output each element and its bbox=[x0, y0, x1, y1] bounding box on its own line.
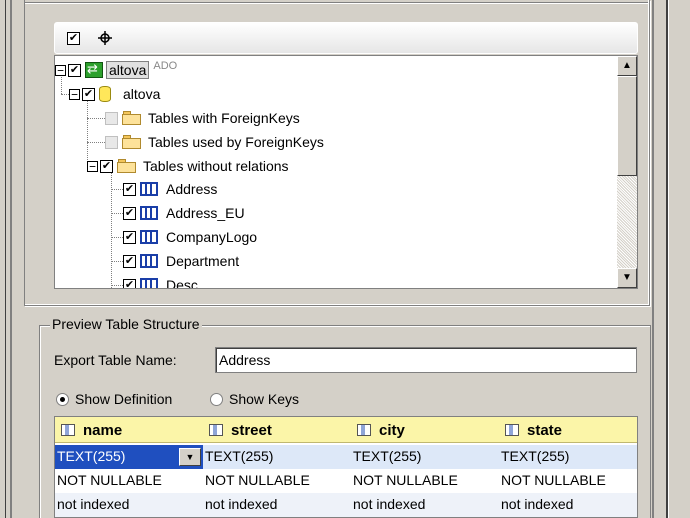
tree-table-department[interactable]: ✔ Department bbox=[123, 250, 239, 272]
table-label: Address_EU bbox=[166, 205, 245, 221]
tree-folder-used-by-foreignkeys[interactable]: Tables used by ForeignKeys bbox=[105, 131, 324, 153]
show-keys-label: Show Keys bbox=[229, 391, 300, 407]
column-icon bbox=[61, 424, 75, 436]
window-right-border bbox=[652, 0, 690, 518]
scroll-thumb[interactable] bbox=[617, 76, 637, 176]
column-icon bbox=[505, 424, 519, 436]
grid-cell[interactable]: not indexed bbox=[203, 493, 277, 517]
column-header-label: city bbox=[379, 421, 405, 439]
export-table-name-input[interactable] bbox=[215, 347, 637, 373]
tree-checkbox[interactable]: ✔ bbox=[123, 278, 136, 288]
show-definition-radio[interactable]: Show Definition bbox=[56, 391, 172, 407]
show-keys-radio[interactable]: Show Keys bbox=[210, 391, 299, 407]
column-header-label: name bbox=[83, 421, 123, 439]
table-icon bbox=[140, 230, 158, 244]
collapse-toggle[interactable]: − bbox=[69, 88, 80, 100]
table-label: Address bbox=[166, 181, 218, 197]
tree-toolbar: ✔ bbox=[54, 22, 638, 54]
connection-icon bbox=[85, 61, 103, 78]
column-header-city[interactable]: city bbox=[351, 417, 405, 443]
tree-checkbox[interactable]: ✔ bbox=[123, 254, 136, 268]
folder-icon bbox=[117, 159, 137, 173]
table-label: CompanyLogo bbox=[166, 229, 258, 245]
radio-indicator[interactable] bbox=[56, 392, 69, 406]
tree-table-address-eu[interactable]: ✔ Address_EU bbox=[123, 202, 245, 224]
scroll-track[interactable] bbox=[617, 176, 637, 268]
column-header-state[interactable]: state bbox=[499, 417, 562, 443]
tree-checkbox[interactable]: ✔ bbox=[100, 159, 113, 173]
tree-table-companylogo[interactable]: ✔ CompanyLogo bbox=[123, 226, 257, 248]
grid-cell[interactable]: NOT NULLABLE bbox=[55, 469, 162, 493]
column-header-name[interactable]: name bbox=[55, 417, 122, 443]
crosshair-icon[interactable] bbox=[97, 30, 113, 46]
cell-value: TEXT(255) bbox=[57, 448, 126, 464]
grid-cell[interactable]: NOT NULLABLE bbox=[203, 469, 310, 493]
grid-cell[interactable]: NOT NULLABLE bbox=[351, 469, 458, 493]
connection-badge: ADO bbox=[153, 60, 178, 72]
table-row: not indexed not indexed not indexed not … bbox=[55, 493, 637, 517]
tree-folder-foreignkeys[interactable]: Tables with ForeignKeys bbox=[105, 107, 300, 129]
column-icon bbox=[209, 424, 223, 436]
column-header-street[interactable]: street bbox=[203, 417, 272, 443]
tree-node-connection[interactable]: − ✔ altova ADO bbox=[55, 59, 177, 81]
folder-label: Tables used by ForeignKeys bbox=[148, 134, 324, 150]
folder-icon bbox=[122, 111, 142, 125]
tree-node-database[interactable]: − ✔ altova bbox=[69, 83, 160, 105]
column-icon bbox=[357, 424, 371, 436]
tree-checkbox[interactable]: ✔ bbox=[123, 206, 136, 220]
grid-cell-selected[interactable]: TEXT(255) ▼ bbox=[55, 445, 203, 469]
tree-scrollbar[interactable]: ▲ ▼ bbox=[617, 56, 637, 288]
tree-checkbox[interactable] bbox=[105, 111, 118, 125]
database-label: altova bbox=[123, 86, 161, 102]
scroll-down-button[interactable]: ▼ bbox=[617, 268, 637, 288]
grid-cell[interactable]: NOT NULLABLE bbox=[499, 469, 606, 493]
export-table-name-label: Export Table Name: bbox=[54, 352, 177, 368]
tree-folder-without-relations[interactable]: − ✔ Tables without relations bbox=[87, 155, 289, 177]
tree-checkbox[interactable]: ✔ bbox=[82, 87, 95, 101]
grid-cell[interactable]: TEXT(255) bbox=[351, 445, 421, 469]
chevron-down-icon[interactable]: ▼ bbox=[179, 448, 201, 466]
folder-label: Tables with ForeignKeys bbox=[148, 110, 300, 126]
table-icon bbox=[140, 254, 158, 268]
tree-table-desc[interactable]: ✔ Desc bbox=[123, 274, 198, 289]
show-definition-label: Show Definition bbox=[75, 391, 173, 407]
tree-checkbox[interactable]: ✔ bbox=[68, 63, 81, 77]
table-label: Department bbox=[166, 253, 240, 269]
table-label: Desc bbox=[166, 277, 198, 289]
table-structure-grid[interactable]: name street city state TEXT(255) ▼ TEXT(… bbox=[54, 416, 638, 518]
folder-icon bbox=[122, 135, 142, 149]
table-row: NOT NULLABLE NOT NULLABLE NOT NULLABLE N… bbox=[55, 469, 637, 493]
collapse-toggle[interactable]: − bbox=[55, 64, 66, 76]
tree-checkbox[interactable]: ✔ bbox=[123, 230, 136, 244]
scroll-up-button[interactable]: ▲ bbox=[617, 56, 637, 76]
grid-cell[interactable]: not indexed bbox=[55, 493, 129, 517]
table-icon bbox=[140, 278, 158, 288]
radio-indicator[interactable] bbox=[210, 392, 223, 406]
grid-cell[interactable]: not indexed bbox=[499, 493, 573, 517]
grid-cell[interactable]: TEXT(255) bbox=[499, 445, 569, 469]
database-icon bbox=[99, 86, 111, 102]
tree-checkbox[interactable]: ✔ bbox=[123, 182, 136, 196]
tree-table-address[interactable]: ✔ Address bbox=[123, 178, 217, 200]
window-left-border-inner bbox=[10, 0, 12, 518]
database-tree[interactable]: − ✔ altova ADO − ✔ altova Tables with Fo… bbox=[54, 55, 638, 289]
grid-header: name street city state bbox=[55, 417, 637, 443]
window-left-border bbox=[0, 0, 6, 518]
table-row: TEXT(255) ▼ TEXT(255) TEXT(255) TEXT(255… bbox=[55, 445, 637, 469]
check-all-button[interactable]: ✔ bbox=[67, 32, 80, 45]
table-icon bbox=[140, 182, 158, 196]
column-header-label: state bbox=[527, 421, 563, 439]
folder-label: Tables without relations bbox=[143, 158, 289, 174]
column-header-label: street bbox=[231, 421, 272, 439]
table-icon bbox=[140, 206, 158, 220]
preview-group-title: Preview Table Structure bbox=[50, 316, 202, 332]
grid-cell[interactable]: not indexed bbox=[351, 493, 425, 517]
grid-cell[interactable]: TEXT(255) bbox=[203, 445, 273, 469]
connection-label: altova bbox=[106, 61, 150, 79]
collapse-toggle[interactable]: − bbox=[87, 160, 98, 172]
tree-checkbox[interactable] bbox=[105, 135, 118, 149]
